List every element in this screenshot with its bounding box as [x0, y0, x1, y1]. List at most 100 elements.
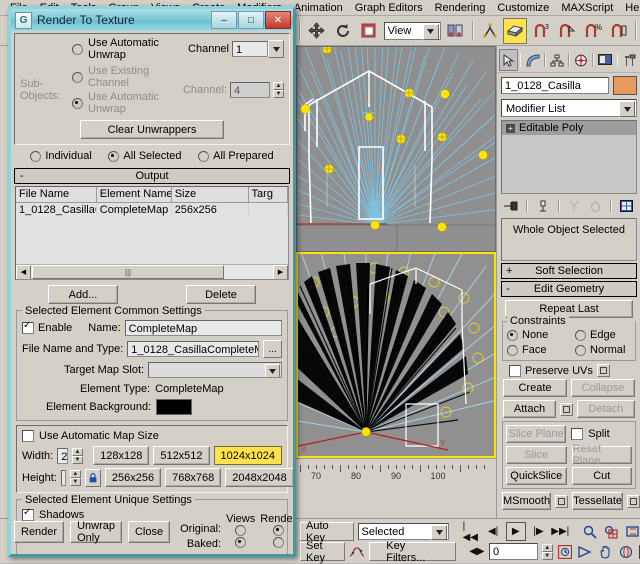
preset-2048-button[interactable]: 2048x2048 — [225, 468, 293, 487]
checkbox-icon[interactable] — [509, 365, 521, 377]
element-background-swatch[interactable] — [156, 399, 192, 415]
chevron-down-icon[interactable] — [431, 525, 447, 540]
perspective-viewport[interactable] — [296, 46, 496, 252]
play-animation-icon[interactable]: ▶ — [506, 522, 526, 541]
radio-icon[interactable] — [30, 151, 41, 162]
radio-icon[interactable] — [507, 330, 518, 341]
scroll-right-arrow-icon[interactable]: ▶ — [273, 265, 288, 280]
object-name-field[interactable]: 1_0128_Casilla — [501, 77, 609, 94]
hierarchy-tab-icon[interactable] — [548, 49, 567, 71]
baked-render-radio[interactable] — [273, 537, 284, 548]
msmooth-button[interactable]: MSmooth — [502, 492, 551, 510]
auto-key-button[interactable]: Auto Key — [300, 522, 354, 541]
column-size[interactable]: Size — [172, 187, 249, 202]
maximize-button[interactable]: □ — [238, 11, 264, 29]
menu-item-graph-editors[interactable]: Graph Editors — [349, 0, 429, 16]
unwrap-only-button[interactable]: Unwrap Only — [70, 521, 122, 543]
previous-frame-icon[interactable]: ◀| — [484, 523, 502, 540]
height-field[interactable]: 256 — [61, 470, 66, 486]
radio-icon[interactable] — [507, 345, 518, 356]
add-button[interactable]: Add... — [48, 285, 118, 304]
modifier-stack[interactable]: + Editable Poly — [501, 120, 637, 194]
go-to-end-icon[interactable]: ▶▶| — [551, 523, 569, 540]
scope-all-prepared[interactable]: All Prepared — [198, 150, 274, 162]
output-rollout-header[interactable]: - Output — [14, 168, 290, 184]
minimize-button[interactable]: – — [211, 11, 237, 29]
aspect-lock-icon[interactable] — [85, 469, 101, 487]
msmooth-settings-icon[interactable] — [555, 495, 568, 508]
active-viewport[interactable]: X Y — [296, 252, 496, 458]
display-tab-icon[interactable]: A — [596, 49, 615, 71]
modifier-list-dropdown[interactable]: Modifier List — [501, 99, 637, 117]
close-dialog-button[interactable]: Close — [128, 521, 170, 543]
menu-item-maxscript[interactable]: MAXScript — [555, 0, 619, 16]
preserve-uvs-row[interactable]: Preserve UVs — [509, 364, 629, 377]
channel-field[interactable]: 1 — [232, 41, 268, 57]
chevron-down-icon[interactable] — [423, 24, 439, 40]
select-and-rotate-icon[interactable] — [331, 18, 355, 44]
key-filters-button[interactable]: Key Filters... — [369, 542, 455, 561]
selection-set-combo[interactable]: Selected — [358, 523, 449, 540]
motion-tab-icon[interactable] — [572, 49, 591, 71]
angle-snap-toggle-icon[interactable] — [555, 18, 579, 44]
menu-item-rendering[interactable]: Rendering — [429, 0, 492, 16]
rollup-soft-selection[interactable]: + Soft Selection — [501, 263, 637, 279]
arc-rotate-icon[interactable] — [617, 543, 633, 560]
output-list-hscrollbar[interactable]: ◀ ||| ▶ — [16, 264, 288, 279]
original-render-radio[interactable] — [273, 525, 284, 536]
attach-button[interactable]: Attach — [503, 400, 556, 418]
chevron-down-icon[interactable] — [619, 101, 635, 117]
radio-icon[interactable] — [198, 151, 209, 162]
show-end-result-icon[interactable] — [534, 198, 552, 214]
render-button[interactable]: Render — [14, 521, 64, 543]
close-button[interactable]: ✕ — [265, 11, 291, 29]
reference-coordinate-system-combo[interactable]: View — [384, 22, 441, 40]
channel-dropdown-arrow[interactable] — [268, 40, 284, 58]
width-spinner[interactable]: ▲▼ — [72, 448, 83, 464]
key-mode-icon[interactable]: ◀▶ — [469, 543, 485, 560]
width-field[interactable]: 256 — [57, 448, 68, 464]
table-row[interactable]: 1_0128_CasillaCo... CompleteMap 256x256 — [16, 203, 288, 217]
preset-512-button[interactable]: 512x512 — [153, 446, 209, 465]
object-color-swatch[interactable] — [613, 76, 637, 95]
column-target[interactable]: Targ — [249, 187, 288, 202]
create-button[interactable]: Create — [503, 379, 567, 397]
element-name-field[interactable]: CompleteMap — [125, 320, 282, 336]
preserve-uvs-settings-icon[interactable] — [597, 364, 610, 377]
go-to-start-icon[interactable]: |◀◀ — [463, 523, 481, 540]
menu-item-animation[interactable]: Animation — [288, 0, 349, 16]
current-frame-field[interactable]: 0 — [489, 543, 538, 560]
original-views-radio[interactable] — [235, 525, 246, 536]
menu-item-help[interactable]: Help — [619, 0, 640, 16]
modify-tab-icon[interactable] — [523, 49, 542, 71]
create-tab-icon[interactable] — [499, 49, 518, 71]
select-and-manipulate-icon[interactable] — [478, 18, 502, 44]
utilities-tab-icon[interactable] — [620, 49, 639, 71]
zoom-extents-icon[interactable] — [624, 523, 640, 540]
checkbox-icon[interactable] — [571, 428, 583, 440]
preset-256-button[interactable]: 256x256 — [105, 468, 161, 487]
preset-768-button[interactable]: 768x768 — [165, 468, 221, 487]
field-of-view-icon[interactable] — [577, 543, 593, 560]
radio-icon[interactable] — [575, 345, 586, 356]
column-file-name[interactable]: File Name — [16, 187, 97, 202]
next-frame-icon[interactable]: |▶ — [530, 523, 548, 540]
target-map-slot-combo[interactable] — [148, 362, 282, 378]
height-spinner[interactable]: ▲▼ — [70, 470, 81, 486]
radio-icon[interactable] — [575, 330, 586, 341]
checkbox-icon[interactable] — [22, 322, 34, 334]
quickslice-button[interactable]: QuickSlice — [506, 467, 567, 485]
zoom-all-icon[interactable] — [603, 523, 621, 540]
radio-icon[interactable] — [72, 44, 83, 55]
constraint-edge[interactable]: Edge — [575, 329, 616, 341]
configure-modifier-sets-icon[interactable] — [618, 198, 636, 214]
scope-individual[interactable]: Individual — [30, 150, 91, 162]
delete-button[interactable]: Delete — [186, 285, 256, 304]
file-name-field[interactable]: 1_0128_CasillaCompleteMap.tga — [127, 341, 259, 357]
column-element-name[interactable]: Element Name — [97, 187, 172, 202]
scroll-thumb[interactable]: ||| — [32, 265, 224, 279]
constraint-normal[interactable]: Normal — [575, 344, 625, 356]
tessellate-button[interactable]: Tessellate — [572, 492, 623, 510]
scope-all-selected[interactable]: All Selected — [108, 150, 181, 162]
remove-modifier-icon[interactable] — [586, 198, 604, 214]
